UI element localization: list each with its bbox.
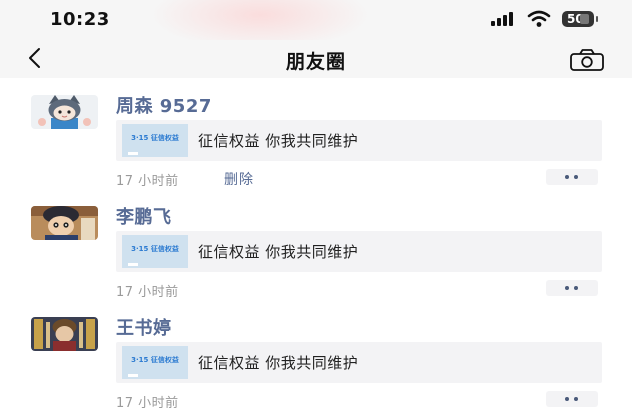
page-title: 朋友圈 (285, 51, 346, 73)
more-actions-button[interactable] (546, 280, 598, 296)
link-title: 征信权益 你我共同维护 (198, 354, 359, 372)
link-thumbnail: 3·15 征信权益 (122, 235, 188, 268)
cellular-signal-icon (491, 12, 517, 26)
username[interactable]: 李鹏飞 (116, 203, 172, 229)
username[interactable]: 周森 9527 (116, 92, 212, 118)
camera-icon[interactable] (570, 49, 604, 71)
avatar[interactable] (31, 317, 98, 351)
shared-link-card[interactable]: 3·15 征信权益 征信权益 你我共同维护 (116, 120, 602, 161)
shared-link-card[interactable]: 3·15 征信权益 征信权益 你我共同维护 (116, 342, 602, 383)
wifi-icon (527, 10, 551, 27)
username[interactable]: 王书婷 (116, 314, 172, 340)
feed-item: 李鹏飞 3·15 征信权益 征信权益 你我共同维护 17 小时前 (0, 192, 632, 304)
avatar[interactable] (31, 95, 98, 129)
battery-icon: 50 (562, 11, 598, 27)
status-time: 10:23 (50, 9, 110, 30)
nav-bar: 朋友圈 (0, 40, 632, 78)
post-time: 17 小时前 (116, 174, 179, 189)
link-thumbnail: 3·15 征信权益 (122, 124, 188, 157)
shared-link-card[interactable]: 3·15 征信权益 征信权益 你我共同维护 (116, 231, 602, 272)
link-title: 征信权益 你我共同维护 (198, 132, 359, 150)
feed-item: 周森 9527 3·15 征信权益 征信权益 你我共同维护 17 小时前 删除 (0, 81, 632, 193)
avatar[interactable] (31, 206, 98, 240)
feed-item: 王书婷 3·15 征信权益 征信权益 你我共同维护 17 小时前 (0, 303, 632, 414)
more-actions-button[interactable] (546, 169, 598, 185)
post-time: 17 小时前 (116, 396, 179, 411)
delete-button[interactable]: 删除 (224, 169, 254, 189)
link-title: 征信权益 你我共同维护 (198, 243, 359, 261)
link-thumbnail: 3·15 征信权益 (122, 346, 188, 379)
status-bar: 10:23 50 (0, 0, 632, 50)
post-time: 17 小时前 (116, 285, 179, 300)
more-actions-button[interactable] (546, 391, 598, 407)
